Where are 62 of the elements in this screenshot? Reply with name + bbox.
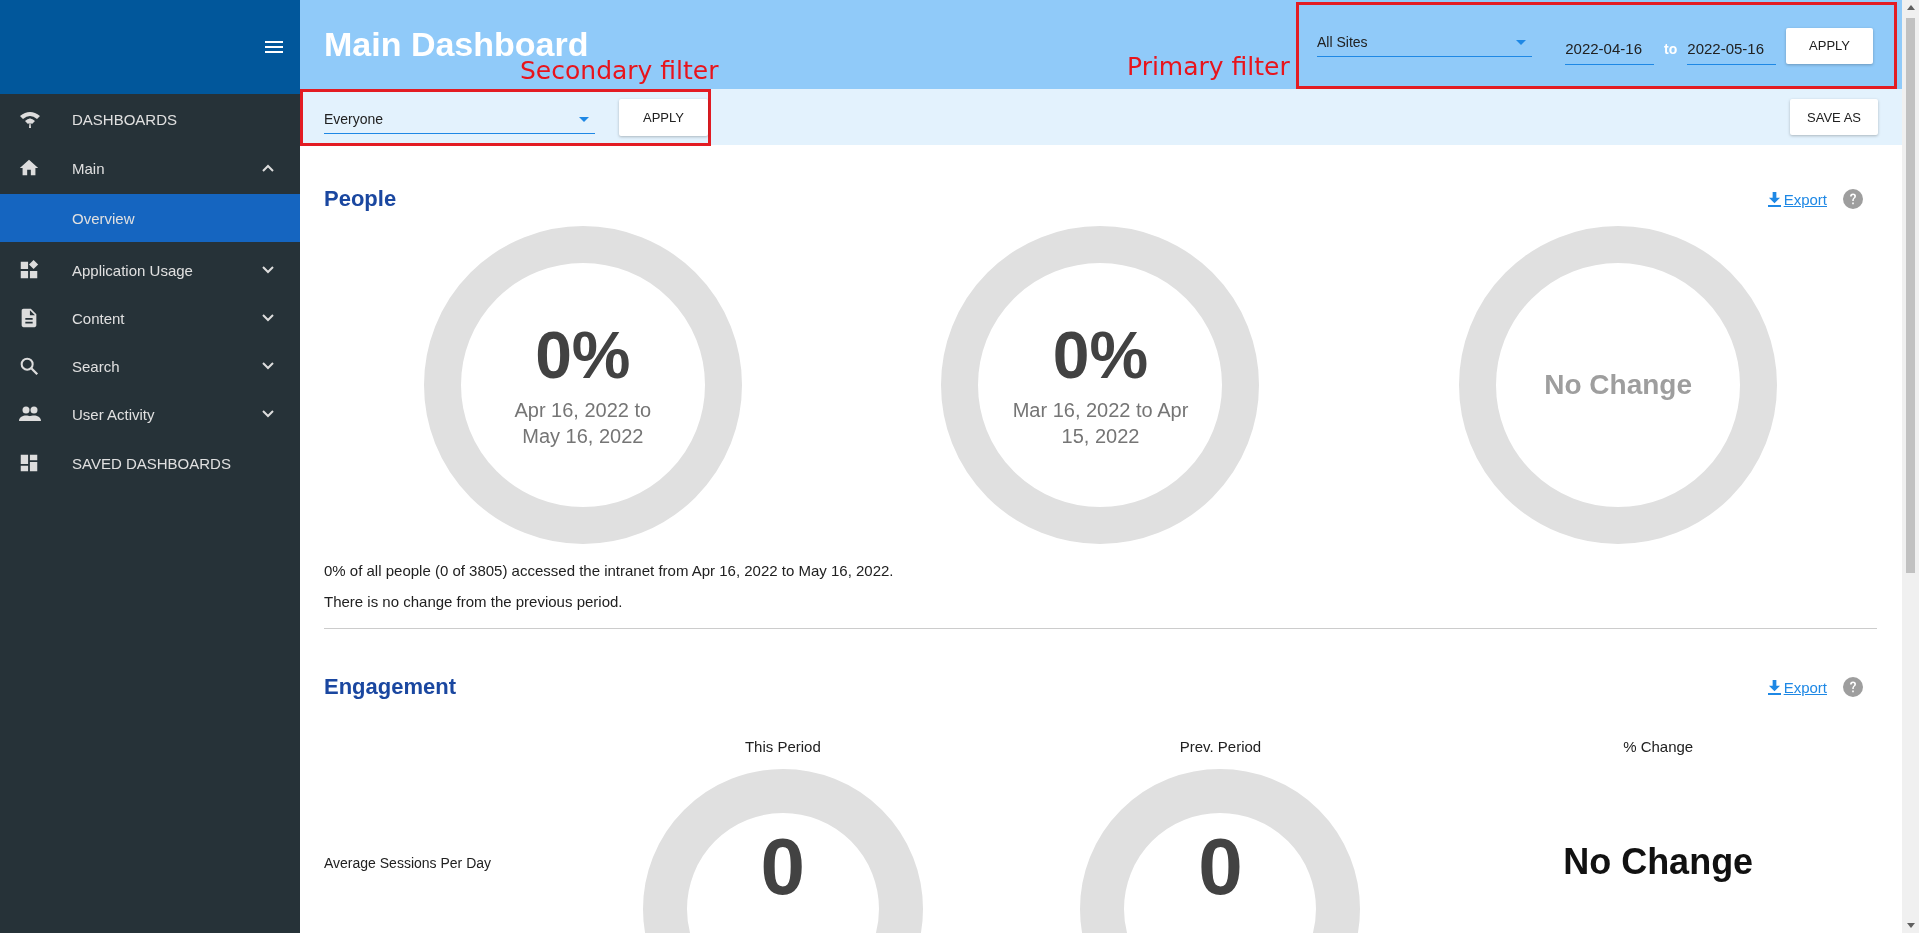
nav-subitem[interactable]: Overview: [0, 194, 300, 242]
nav-item[interactable]: DASHBOARDS: [0, 94, 300, 144]
range-separator: to: [1664, 40, 1678, 57]
dashboard-icon: [18, 452, 40, 474]
ring-value: 0%: [1052, 321, 1149, 391]
summary-text: 0% of all people (0 of 3805) accessed the intranet from Apr 16, 2022 to May 16, 2022.: [324, 562, 895, 579]
nav-label: Main: [72, 159, 106, 177]
export-link[interactable]: Export: [1767, 190, 1827, 208]
scroll-up-icon[interactable]: [1906, 5, 1915, 10]
ring-value: 0%: [535, 321, 631, 391]
ring-caption: Mar 16, 2022 to Apr 15, 2022: [1011, 397, 1190, 449]
chevron-icon: [262, 362, 274, 370]
dropdown-caret-icon: [579, 116, 589, 122]
scroll-down-icon[interactable]: [1906, 923, 1915, 928]
chevron-icon: [262, 164, 274, 172]
nav-item[interactable]: Search: [0, 342, 300, 390]
dropdown-caret-icon: [1516, 39, 1527, 45]
help-icon[interactable]: [1843, 677, 1863, 697]
metric-label: Average Sessions Per Day: [324, 855, 493, 871]
ring-caption: Apr 16, 2022 to May 16, 2022: [513, 397, 653, 449]
annotation-label: Primary filter: [1127, 52, 1290, 81]
section-title: People: [324, 186, 397, 212]
scrollbar-thumb[interactable]: [1906, 18, 1915, 573]
save-as-button[interactable]: SAVE AS: [1790, 99, 1878, 135]
search-icon: [18, 355, 40, 377]
nav-item[interactable]: SAVED DASHBOARDS: [0, 438, 300, 488]
ring-value: No Change: [1544, 369, 1693, 401]
nav-label: Application Usage: [72, 261, 194, 279]
chevron-icon: [262, 314, 274, 322]
help-icon[interactable]: [1843, 189, 1863, 209]
chevron-icon: [262, 410, 274, 418]
date-field[interactable]: 2022-05-16: [1687, 32, 1777, 65]
ring-value: 0: [760, 827, 806, 907]
nav-label: User Activity: [72, 405, 156, 423]
apply-button[interactable]: APPLY: [1786, 27, 1873, 64]
change-value: No Change: [1563, 841, 1754, 884]
widgets-icon: [18, 259, 40, 281]
summary-text: There is no change from the previous period.: [324, 593, 624, 610]
export-link[interactable]: Export: [1767, 678, 1827, 696]
column-header: This Period: [743, 738, 822, 755]
nav-label: Content: [72, 309, 126, 327]
nav-item[interactable]: Application Usage: [0, 246, 300, 294]
scrollbar[interactable]: [1902, 0, 1919, 933]
column-header: Prev. Period: [1178, 738, 1263, 755]
nav-label: Search: [72, 357, 121, 375]
nav-item[interactable]: Content: [0, 294, 300, 342]
nav-item[interactable]: Main: [0, 144, 300, 192]
audience-select[interactable]: Everyone: [324, 101, 595, 134]
ring-value: 0: [1198, 827, 1243, 907]
menu-icon[interactable]: [265, 41, 283, 53]
date-field[interactable]: 2022-04-16: [1565, 32, 1655, 65]
apply-button[interactable]: APPLY: [619, 99, 708, 136]
chevron-icon: [262, 266, 274, 274]
nav-item[interactable]: User Activity: [0, 390, 300, 438]
download-icon: [1767, 679, 1781, 695]
nav-label: SAVED DASHBOARDS: [72, 454, 232, 472]
site-select[interactable]: All Sites: [1317, 28, 1533, 57]
download-icon: [1767, 191, 1781, 207]
nav-label: DASHBOARDS: [72, 110, 179, 128]
column-header: % Change: [1622, 738, 1695, 755]
section-title: Engagement: [324, 674, 457, 700]
annotation-label: Secondary filter: [520, 56, 719, 85]
